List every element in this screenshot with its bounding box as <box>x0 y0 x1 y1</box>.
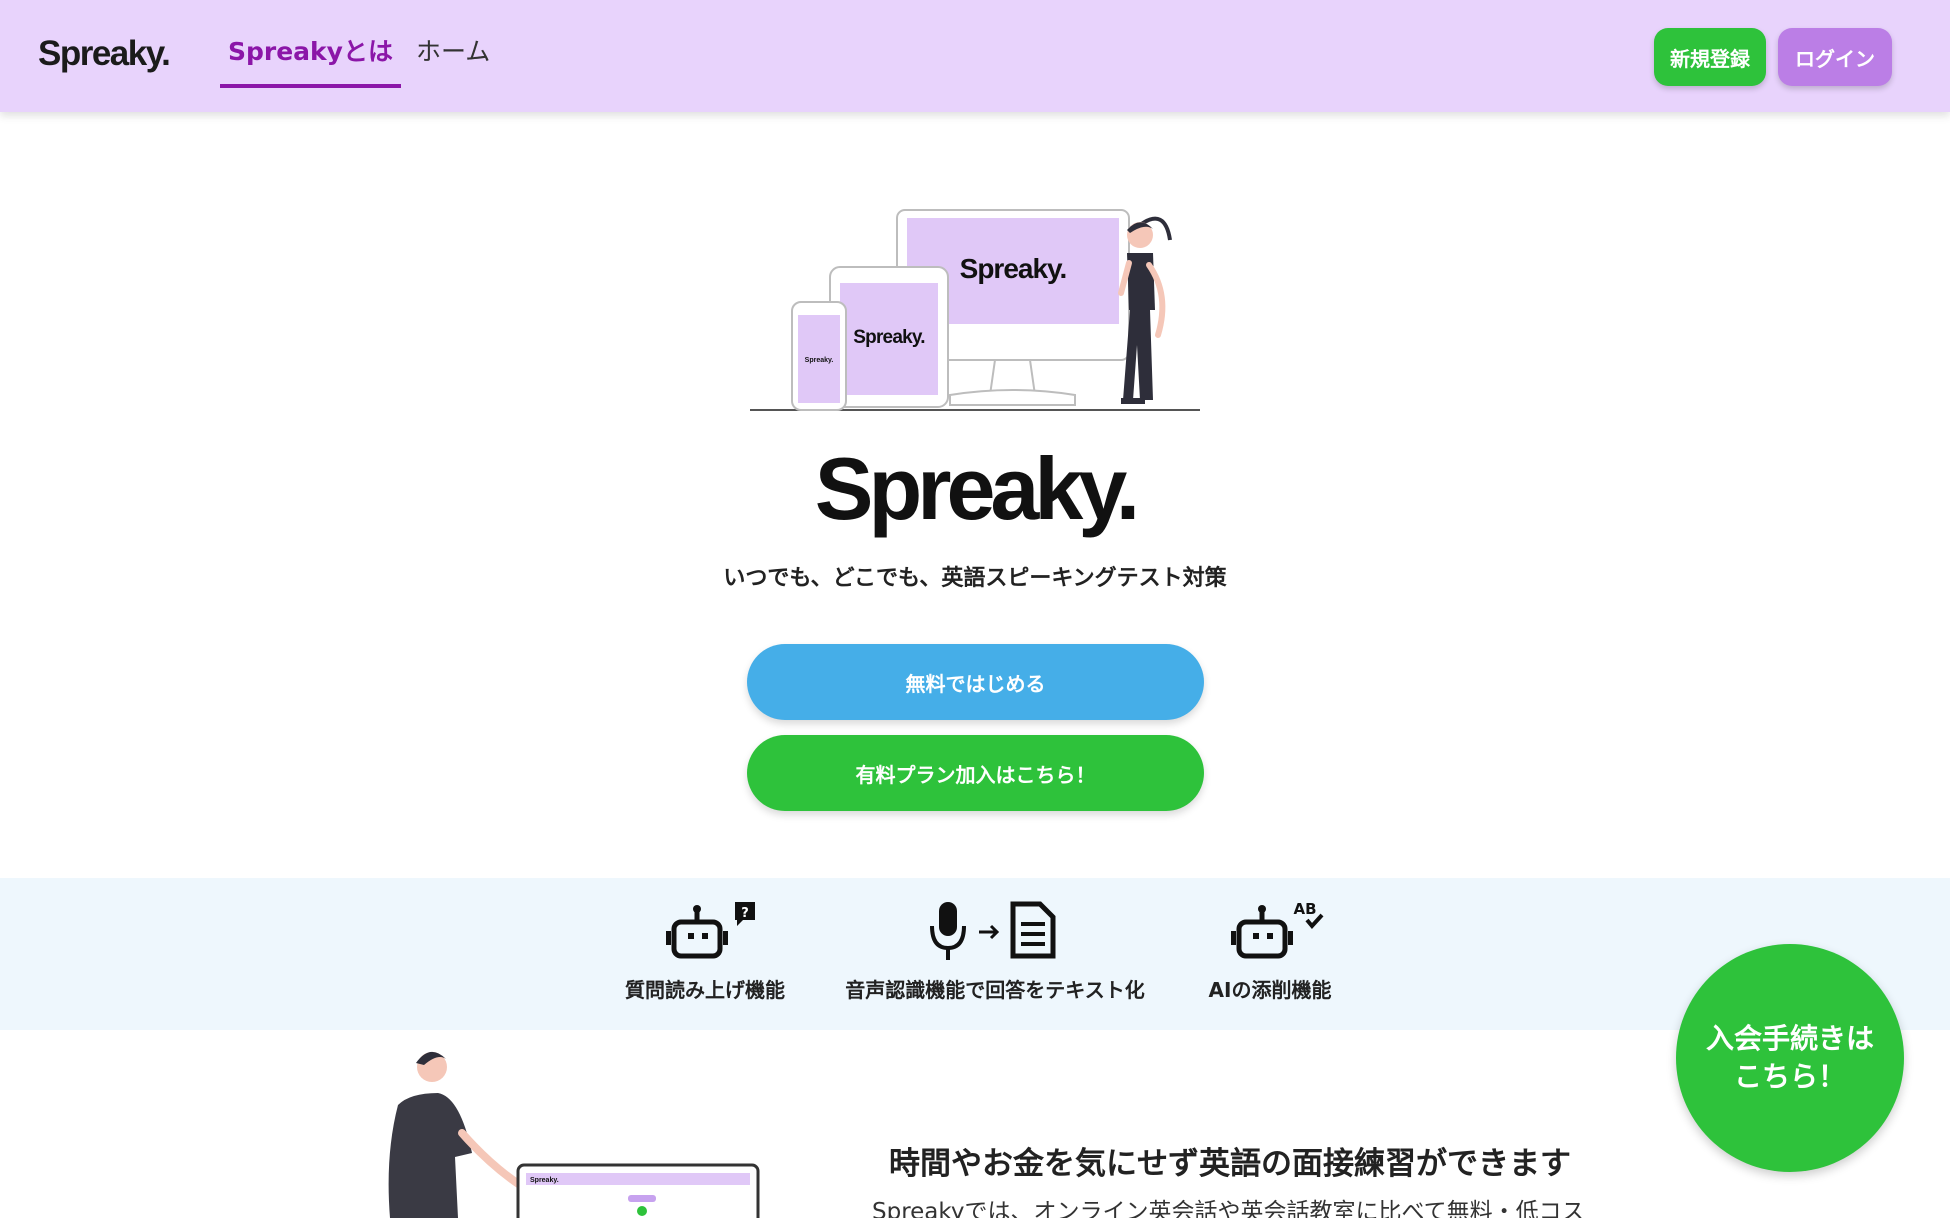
laptop-logo: Spreaky. <box>530 1177 559 1184</box>
features-band: ? 質問読み上げ機能 音声認識機能で回答をテキスト化 AB AIの添削機能 <box>0 878 1950 1030</box>
page: Spreaky. Spreakyとは ホーム 新規登録 ログイン Spreaky… <box>0 0 1950 1218</box>
hero-logo: Spreaky. <box>814 439 1140 538</box>
ab-badge: AB <box>1293 900 1316 918</box>
nav-tab-home[interactable]: ホーム <box>416 36 490 88</box>
join-floating-button[interactable]: 入会手続きは こちら！ <box>1676 944 1904 1172</box>
robot-question-icon: ? <box>666 902 755 959</box>
feature-label: 音声認識機能で回答をテキスト化 <box>845 978 1145 1002</box>
join-label-line1: 入会手続きは <box>1705 1022 1874 1055</box>
lower-person-illustration: Spreaky. <box>388 1051 760 1218</box>
man-figure <box>388 1051 524 1218</box>
section-body: Spreakyでは、オンライン英会話や英会話教室に比べて無料・低コス <box>872 1199 1585 1218</box>
join-label-line2: こちら！ <box>1733 1060 1846 1093</box>
section-title: 時間やお金を気にせず英語の面接練習ができます <box>889 1146 1571 1182</box>
monitor-logo: Spreaky. <box>960 253 1067 284</box>
paid-plan-button[interactable]: 有料プラン加入はこちら！ <box>747 735 1204 811</box>
svg-text:?: ? <box>741 906 749 921</box>
robot-correction-icon: AB <box>1231 900 1324 959</box>
hero-devices-illustration: Spreaky. Spreaky. Spreaky. <box>750 209 1200 411</box>
laptop-header <box>526 1173 750 1185</box>
mic-to-text-icon <box>930 901 1056 960</box>
start-free-button[interactable]: 無料ではじめる <box>747 644 1204 720</box>
brand-logo[interactable]: Spreaky. <box>38 34 171 74</box>
feature-label: 質問読み上げ機能 <box>625 978 785 1002</box>
feature-label: AIの添削機能 <box>1208 978 1332 1002</box>
feature-speech-to-text: 音声認識機能で回答をテキスト化 <box>830 898 1160 1003</box>
login-button[interactable]: ログイン <box>1778 28 1892 86</box>
hero-tagline: いつでも、どこでも、英語スピーキングテスト対策 <box>723 566 1227 591</box>
top-navbar: Spreaky. Spreakyとは ホーム 新規登録 ログイン <box>0 0 1950 112</box>
feature-question-reading: ? 質問読み上げ機能 <box>615 898 795 1003</box>
signup-button[interactable]: 新規登録 <box>1654 28 1766 86</box>
phone-logo: Spreaky. <box>805 357 834 364</box>
tablet-logo: Spreaky. <box>853 327 924 348</box>
nav-tab-about[interactable]: Spreakyとは <box>220 36 401 88</box>
feature-ai-correction: AB AIの添削機能 <box>1195 898 1345 1003</box>
monitor-base <box>949 389 1076 406</box>
